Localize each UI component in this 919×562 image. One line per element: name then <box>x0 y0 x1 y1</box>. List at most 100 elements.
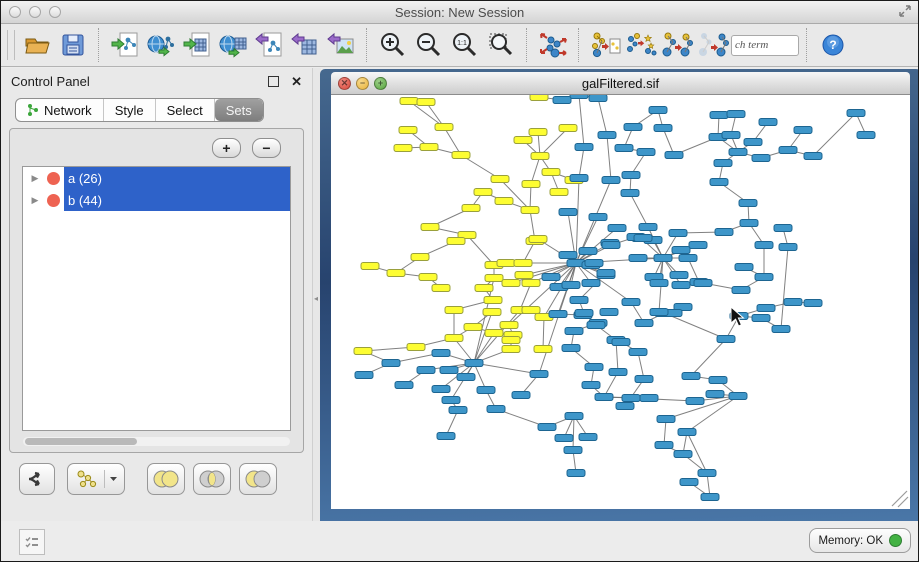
tab-style[interactable]: Style <box>104 99 156 121</box>
open-session-button[interactable] <box>19 27 55 63</box>
set-dot-icon <box>47 194 60 207</box>
control-panel-tabs: Network Style Select Sets <box>15 98 264 122</box>
apply-layout-icon <box>538 31 568 59</box>
sets-toolbar <box>19 463 277 495</box>
new-network-selected-nodes-icon <box>661 31 693 59</box>
collapse-splitter-icon[interactable]: ◂ <box>314 294 318 303</box>
import-table-file-icon <box>182 31 212 59</box>
chevron-down-icon <box>109 476 118 482</box>
add-set-button[interactable]: + <box>212 138 241 158</box>
resize-grip-icon <box>892 491 908 507</box>
zoom-in-button[interactable] <box>375 27 411 63</box>
scrollbar-thumb[interactable] <box>25 438 137 445</box>
new-network-from-selection-icon <box>589 31 621 59</box>
maximize-network-button[interactable]: + <box>374 77 387 90</box>
export-table-icon <box>290 31 320 59</box>
expander-triangle-icon[interactable]: ▶ <box>23 189 47 211</box>
application-window: Session: New Session <box>0 0 919 562</box>
tab-network[interactable]: Network <box>16 99 104 121</box>
help-button[interactable]: ? <box>815 27 851 63</box>
list-item[interactable]: ▶ a (26) <box>23 167 290 189</box>
zoom-selected-region-button[interactable] <box>483 27 519 63</box>
zoom-fit-icon: 1:1 <box>451 31 479 59</box>
window-titlebar: Session: New Session <box>1 1 918 24</box>
network-canvas[interactable] <box>331 95 910 509</box>
new-network-from-selection-button[interactable] <box>587 27 623 63</box>
split-set-button[interactable] <box>19 463 55 495</box>
intersect-sets-button[interactable] <box>193 463 231 495</box>
memory-status-button[interactable]: Memory: OK <box>809 528 911 553</box>
memory-status-label: Memory: OK <box>818 535 883 547</box>
memory-ok-indicator <box>889 534 902 547</box>
statusbar: Memory: OK <box>1 521 918 561</box>
toolbar-separator <box>366 28 368 62</box>
network-window-title: galFiltered.sif <box>331 76 910 91</box>
export-network-icon <box>254 31 284 59</box>
first-neighbors-button[interactable] <box>623 27 659 63</box>
first-neighbors-icon <box>625 31 657 59</box>
control-panel-header: Control Panel ✕ <box>1 68 312 95</box>
list-item[interactable]: ▶ b (44) <box>23 189 290 211</box>
open-folder-icon <box>23 32 51 58</box>
import-network-file-button[interactable] <box>107 27 143 63</box>
network-canvas-wrap <box>331 95 910 509</box>
zoom-out-button[interactable] <box>411 27 447 63</box>
yellow-network-icon <box>74 469 100 489</box>
import-table-web-button[interactable] <box>215 27 251 63</box>
horizontal-scrollbar[interactable] <box>23 437 290 446</box>
help-icon: ? <box>821 33 845 57</box>
zoom-out-icon <box>415 31 443 59</box>
new-network-hide-unselected-icon <box>697 31 729 59</box>
mouse-cursor <box>731 307 743 326</box>
toolbar-separator <box>98 28 100 62</box>
import-network-web-icon <box>146 31 176 59</box>
save-floppy-icon <box>60 32 86 58</box>
task-history-button[interactable] <box>19 529 45 555</box>
set-label: b (44) <box>64 189 290 211</box>
float-panel-icon[interactable] <box>268 76 279 87</box>
create-set-from-network-button[interactable] <box>67 463 125 495</box>
minimize-network-button[interactable]: − <box>356 77 369 90</box>
tab-sets[interactable]: Sets <box>215 99 263 121</box>
tab-label: Select <box>167 103 203 118</box>
toolbar-drag-handle[interactable] <box>7 30 15 60</box>
venn-difference-icon <box>244 469 272 489</box>
network-window-controls: ✕ − + <box>338 77 387 90</box>
control-panel: Control Panel ✕ Network Style Select Set… <box>1 68 312 521</box>
network-window-titlebar[interactable]: ✕ − + galFiltered.sif <box>331 72 910 95</box>
export-table-button[interactable] <box>287 27 323 63</box>
toolbar-separator <box>578 28 580 62</box>
export-network-button[interactable] <box>251 27 287 63</box>
export-image-button[interactable] <box>323 27 359 63</box>
toolbar-separator <box>806 28 808 62</box>
remove-set-button[interactable]: − <box>252 138 281 158</box>
apply-layout-button[interactable] <box>535 27 571 63</box>
tab-select[interactable]: Select <box>156 99 215 121</box>
zoom-selected-region-icon <box>487 31 515 59</box>
expander-triangle-icon[interactable]: ▶ <box>23 167 47 189</box>
close-network-button[interactable]: ✕ <box>338 77 351 90</box>
tab-label: Sets <box>226 103 252 118</box>
zoom-fit-button[interactable]: 1:1 <box>447 27 483 63</box>
union-sets-button[interactable] <box>147 463 185 495</box>
zoom-in-icon <box>379 31 407 59</box>
tab-label: Network <box>44 103 92 118</box>
venn-intersection-icon <box>198 469 226 489</box>
fullscreen-icon[interactable] <box>898 4 912 18</box>
network-tree-icon <box>27 103 39 117</box>
search-input[interactable] <box>731 35 799 56</box>
import-table-file-button[interactable] <box>179 27 215 63</box>
new-network-hide-unselected-button[interactable] <box>695 27 731 63</box>
close-panel-icon[interactable]: ✕ <box>291 75 302 88</box>
control-panel-title: Control Panel <box>11 74 268 89</box>
set-label: a (26) <box>64 167 290 189</box>
task-list-icon <box>25 536 39 548</box>
difference-sets-button[interactable] <box>239 463 277 495</box>
import-network-file-icon <box>110 31 140 59</box>
import-network-web-button[interactable] <box>143 27 179 63</box>
import-table-web-icon <box>218 31 248 59</box>
save-session-button[interactable] <box>55 27 91 63</box>
new-network-selected-nodes-button[interactable] <box>659 27 695 63</box>
sets-panel: + − ▶ a (26) ▶ b (44) <box>9 128 304 453</box>
window-title: Session: New Session <box>1 5 918 20</box>
